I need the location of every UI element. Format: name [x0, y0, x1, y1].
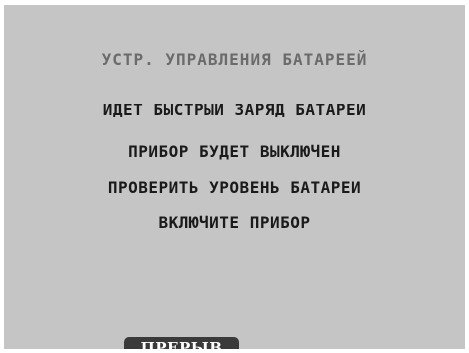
message-fast-charge: ИДЕТ БЫСТРЫЙ ЗАРЯД БАТАРЕИ	[102, 104, 367, 117]
device-screen: УСТР. УПРАВЛЕНИЯ БАТАРЕЕЙ ИДЕТ БЫСТРЫЙ З…	[4, 5, 465, 349]
message-turn-on-device: ВКЛЮЧИТЕ ПРИБОР	[158, 213, 311, 232]
screen-title: УСТР. УПРАВЛЕНИЯ БАТАРЕЕЙ	[101, 50, 368, 69]
message-device-will-turn-off: ПРИБОР БУДЕТ ВЫКЛЮЧЕН	[128, 142, 341, 161]
message-check-battery-level: ПРОВЕРИТЬ УРОВЕНЬ БАТАРЕИ	[107, 178, 362, 197]
abort-button[interactable]: ПРЕРЫВ	[124, 337, 239, 349]
